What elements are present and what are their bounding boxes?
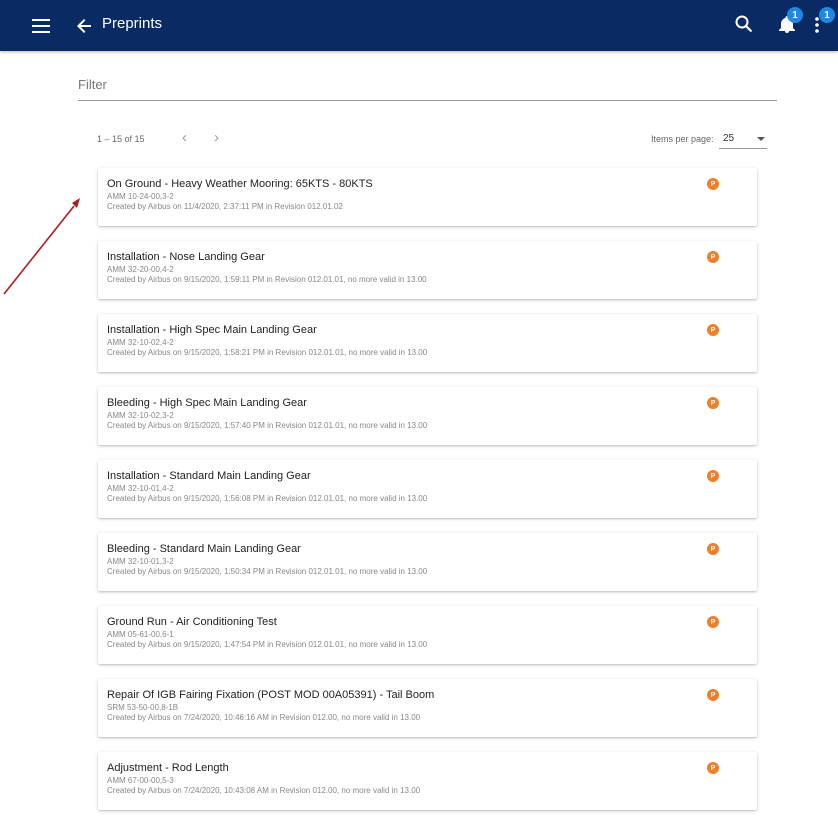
preprint-meta: Created by Airbus on 9/15/2020, 1:59:11 … xyxy=(107,275,427,284)
preprint-badge: P xyxy=(707,470,719,482)
preprint-reference: SRM 53-50-00,8-1B xyxy=(107,703,179,712)
preprint-badge: P xyxy=(707,251,719,263)
preprint-reference: AMM 32-10-01,3-2 xyxy=(107,557,174,566)
preprint-meta: Created by Airbus on 9/15/2020, 1:56:08 … xyxy=(107,494,428,503)
items-per-page-value: 25 xyxy=(723,133,735,144)
arrow-left-icon[interactable] xyxy=(72,14,96,38)
chevron-right-icon[interactable]: › xyxy=(214,129,219,146)
preprint-badge: P xyxy=(707,689,719,701)
app-bar: Preprints 1 1 xyxy=(0,0,838,51)
preprint-meta: Created by Airbus on 11/4/2020, 2:37:11 … xyxy=(107,202,343,211)
preprint-card[interactable]: Adjustment - Rod Length AMM 67-00-00,5-3… xyxy=(98,752,757,810)
preprint-reference: AMM 05-61-00,6-1 xyxy=(107,630,174,639)
preprint-meta: Created by Airbus on 7/24/2020, 10:43:08… xyxy=(107,786,421,795)
annotation-arrow xyxy=(3,198,80,295)
pagination-range: 1 – 15 of 15 xyxy=(97,134,145,144)
preprint-title: Installation - Standard Main Landing Gea… xyxy=(107,470,311,482)
preprint-title: Adjustment - Rod Length xyxy=(107,762,229,774)
preprint-meta: Created by Airbus on 9/15/2020, 1:57:40 … xyxy=(107,421,428,430)
preprint-card[interactable]: Installation - Standard Main Landing Gea… xyxy=(98,460,757,518)
notification-count-badge: 1 xyxy=(787,7,803,23)
preprint-card[interactable]: Installation - Nose Landing Gear AMM 32-… xyxy=(98,241,757,299)
search-icon[interactable] xyxy=(732,12,756,36)
preprint-title: Bleeding - High Spec Main Landing Gear xyxy=(107,397,307,409)
preprint-badge: P xyxy=(707,762,719,774)
preprint-reference: AMM 32-20-00,4-2 xyxy=(107,265,174,274)
items-per-page-label: Items per page: xyxy=(651,134,714,144)
preprint-title: On Ground - Heavy Weather Mooring: 65KTS… xyxy=(107,178,373,190)
preprint-reference: AMM 10-24-00,3-2 xyxy=(107,192,174,201)
preprint-card[interactable]: Installation - High Spec Main Landing Ge… xyxy=(98,314,757,372)
preprint-badge: P xyxy=(707,397,719,409)
preprint-meta: Created by Airbus on 9/15/2020, 1:47:54 … xyxy=(107,640,428,649)
more-count-badge: 1 xyxy=(819,7,835,23)
preprint-badge: P xyxy=(707,616,719,628)
preprint-card[interactable]: On Ground - Heavy Weather Mooring: 65KTS… xyxy=(98,168,757,226)
preprint-reference: AMM 32-10-01,4-2 xyxy=(107,484,174,493)
dropdown-caret-icon xyxy=(757,137,765,141)
preprint-title: Installation - High Spec Main Landing Ge… xyxy=(107,324,317,336)
items-per-page-select[interactable]: 25 xyxy=(719,130,767,149)
preprint-title: Bleeding - Standard Main Landing Gear xyxy=(107,543,301,555)
preprint-card[interactable]: Ground Run - Air Conditioning Test AMM 0… xyxy=(98,606,757,664)
preprint-badge: P xyxy=(707,324,719,336)
page-title: Preprints xyxy=(102,15,163,32)
preprint-card[interactable]: Repair Of IGB Fairing Fixation (POST MOD… xyxy=(98,679,757,737)
preprint-meta: Created by Airbus on 7/24/2020, 10:46:16… xyxy=(107,713,421,722)
preprint-badge: P xyxy=(707,178,719,190)
preprint-title: Repair Of IGB Fairing Fixation (POST MOD… xyxy=(107,689,435,701)
chevron-left-icon[interactable]: ‹ xyxy=(182,129,187,146)
preprint-reference: AMM 67-00-00,5-3 xyxy=(107,776,174,785)
filter-input[interactable] xyxy=(78,74,777,92)
preprint-meta: Created by Airbus on 9/15/2020, 1:50:34 … xyxy=(107,567,428,576)
preprint-card[interactable]: Bleeding - Standard Main Landing Gear AM… xyxy=(98,533,757,591)
preprint-badge: P xyxy=(707,543,719,555)
preprint-meta: Created by Airbus on 9/15/2020, 1:58:21 … xyxy=(107,348,428,357)
preprint-card[interactable]: Bleeding - High Spec Main Landing Gear A… xyxy=(98,387,757,445)
menu-icon[interactable] xyxy=(30,14,54,38)
filter-field[interactable] xyxy=(78,74,777,101)
preprint-reference: AMM 32-10-02,3-2 xyxy=(107,411,174,420)
preprint-reference: AMM 32-10-02,4-2 xyxy=(107,338,174,347)
preprint-title: Ground Run - Air Conditioning Test xyxy=(107,616,277,628)
preprint-title: Installation - Nose Landing Gear xyxy=(107,251,265,263)
